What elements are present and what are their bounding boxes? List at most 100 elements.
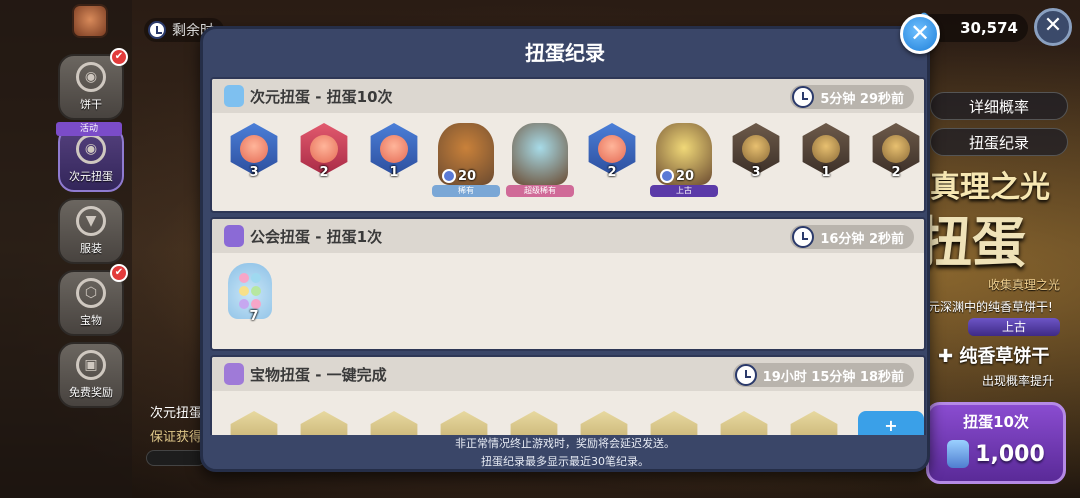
detail-rate-button[interactable]: 详细概率 bbox=[930, 92, 1068, 120]
close-icon[interactable]: ✕ bbox=[1034, 8, 1072, 46]
crystal-amount: 30,574 bbox=[960, 19, 1018, 37]
cookie-icon: ◉ bbox=[76, 62, 106, 92]
record-list[interactable]: 次元扭蛋 - 扭蛋10次 5分钟 29秒前 3 2 1 20 稀有 超级稀有 2 20 上古 3 1… bbox=[210, 77, 926, 435]
treasure-icon bbox=[790, 411, 838, 435]
gacha-type-icon bbox=[224, 225, 244, 247]
footer-note-2: 扭蛋纪录最多显示最近30笔纪录。 bbox=[481, 455, 649, 468]
reward-items: + bbox=[212, 391, 924, 435]
reward-item[interactable]: 2 bbox=[870, 123, 922, 180]
shirt-icon: ▼ bbox=[76, 206, 106, 236]
sidebar-item-treasure[interactable]: ✔ ⬡ 宝物 bbox=[58, 264, 128, 336]
treasure-icon bbox=[720, 411, 768, 435]
item-count: 2 bbox=[607, 165, 617, 180]
sidebar: ✔ ◉ 饼干 ◉ 次元扭蛋 活动 ▼ 服装 ✔ ⬡ 宝物 ▣ 免费奖励 bbox=[0, 0, 132, 498]
record-time: 16分钟 2秒前 bbox=[790, 225, 914, 249]
sidebar-item-label: 次元扭蛋 bbox=[69, 170, 113, 183]
sidebar-item-cookies[interactable]: ✔ ◉ 饼干 bbox=[58, 48, 128, 120]
reward-items: 7 bbox=[212, 253, 924, 324]
sidebar-item-label: 服装 bbox=[80, 242, 102, 255]
treasure-icon bbox=[650, 411, 698, 435]
sidebar-item-label: 饼干 bbox=[80, 98, 102, 111]
record-time: 19小时 15分钟 18秒前 bbox=[732, 363, 914, 387]
pull-10-label: 扭蛋10次 bbox=[963, 413, 1029, 431]
treasure-icon bbox=[300, 411, 348, 435]
gacha-record-modal: 扭蛋纪录 次元扭蛋 - 扭蛋10次 5分钟 29秒前 3 2 1 20 稀有 超级稀有 2 2… bbox=[200, 26, 930, 472]
reward-item[interactable]: 3 bbox=[228, 123, 280, 180]
reward-item[interactable]: 超级稀有 bbox=[506, 123, 574, 197]
item-count: 2 bbox=[319, 165, 329, 180]
treasure-icon bbox=[510, 411, 558, 435]
hexagon-icon: ⬡ bbox=[76, 278, 106, 308]
jar-icon bbox=[947, 440, 970, 468]
record-name: 公会扭蛋 - 扭蛋1次 bbox=[250, 227, 383, 246]
record-entry: 公会扭蛋 - 扭蛋1次 16分钟 2秒前 7 bbox=[210, 217, 926, 351]
record-name: 宝物扭蛋 - 一键完成 bbox=[250, 365, 387, 384]
shop-icon[interactable] bbox=[72, 4, 108, 38]
record-name: 次元扭蛋 - 扭蛋10次 bbox=[250, 87, 393, 106]
soulstone-icon bbox=[442, 169, 456, 183]
progress-bar bbox=[146, 450, 206, 466]
collect-text: 收集真理之光 bbox=[988, 278, 1061, 292]
rate-up-text: 出现概率提升 bbox=[982, 374, 1055, 388]
featured-cookie: ✚ 纯香草饼干 bbox=[938, 346, 1050, 367]
clock-icon bbox=[792, 226, 815, 248]
sidebar-item-label: 宝物 bbox=[80, 314, 102, 327]
gacha-type-icon bbox=[224, 363, 244, 385]
item-count: 3 bbox=[751, 165, 761, 180]
reward-item[interactable]: 20 上古 bbox=[650, 123, 718, 197]
sidebar-item-free-reward[interactable]: ▣ 免费奖励 bbox=[58, 342, 124, 408]
reward-item[interactable]: 2 bbox=[586, 123, 638, 180]
reward-item[interactable] bbox=[788, 411, 840, 435]
sidebar-item-costume[interactable]: ▼ 服装 bbox=[58, 198, 124, 264]
item-count: 3 bbox=[249, 165, 259, 180]
gacha-record-button[interactable]: 扭蛋纪录 bbox=[930, 128, 1068, 156]
close-icon[interactable]: ✕ bbox=[900, 14, 940, 54]
reward-item[interactable] bbox=[718, 411, 770, 435]
reward-item[interactable]: 7 bbox=[228, 263, 280, 324]
left-bottom-subtitle: 保证获得 bbox=[150, 430, 203, 445]
item-count: 20 bbox=[458, 169, 477, 184]
reward-item[interactable]: 20 稀有 bbox=[432, 123, 500, 197]
cookie-icon bbox=[512, 123, 568, 185]
modal-title: 扭蛋纪录 bbox=[525, 41, 605, 65]
reward-item[interactable] bbox=[298, 411, 350, 435]
reward-item[interactable]: 2 bbox=[298, 123, 350, 180]
clock-icon bbox=[734, 364, 757, 386]
rarity-tag: 上古 bbox=[650, 185, 718, 197]
reward-item[interactable]: 1 bbox=[368, 123, 420, 180]
pull-10-cost: 1,000 bbox=[975, 441, 1045, 467]
treasure-icon bbox=[580, 411, 628, 435]
treasure-icon bbox=[370, 411, 418, 435]
record-entry: 宝物扭蛋 - 一键完成 19小时 15分钟 18秒前 + bbox=[210, 355, 926, 435]
reward-item[interactable] bbox=[228, 411, 280, 435]
reward-item[interactable] bbox=[368, 411, 420, 435]
event-description: 元深渊中的纯香草饼干! bbox=[928, 300, 1053, 314]
reward-items: 3 2 1 20 稀有 超级稀有 2 20 上古 3 1 2 bbox=[212, 113, 924, 197]
pull-10-button[interactable]: 扭蛋10次 1,000 bbox=[926, 402, 1066, 484]
footer-note-1: 非正常情况终止游戏时，奖励将会延迟发送。 bbox=[455, 437, 675, 450]
rarity-tag: 超级稀有 bbox=[506, 185, 574, 197]
record-time: 5分钟 29秒前 bbox=[790, 85, 914, 109]
record-time-text: 5分钟 29秒前 bbox=[820, 91, 904, 107]
record-entry: 次元扭蛋 - 扭蛋10次 5分钟 29秒前 3 2 1 20 稀有 超级稀有 2 20 上古 3 1… bbox=[210, 77, 926, 213]
item-count: 7 bbox=[249, 309, 259, 324]
item-count: 2 bbox=[891, 165, 901, 180]
reward-item[interactable] bbox=[648, 411, 700, 435]
gacha-type-icon bbox=[224, 85, 244, 107]
left-bottom-title: 次元扭蛋 bbox=[150, 406, 203, 421]
record-time-text: 19小时 15分钟 18秒前 bbox=[762, 369, 904, 385]
more-button[interactable]: + bbox=[858, 411, 924, 435]
soulstone-icon bbox=[660, 169, 674, 183]
treasure-icon bbox=[440, 411, 488, 435]
reward-item[interactable] bbox=[438, 411, 490, 435]
reward-item[interactable] bbox=[508, 411, 560, 435]
reward-item[interactable] bbox=[578, 411, 630, 435]
rarity-badge: 上古 bbox=[968, 318, 1060, 336]
reward-item[interactable]: 1 bbox=[800, 123, 852, 180]
clock-icon bbox=[792, 86, 815, 108]
check-badge-icon: ✔ bbox=[110, 264, 128, 282]
reward-item[interactable]: 3 bbox=[730, 123, 782, 180]
sidebar-item-label: 免费奖励 bbox=[69, 386, 113, 399]
item-count: 1 bbox=[389, 165, 399, 180]
modal-footer: 非正常情况终止游戏时，奖励将会延迟发送。 扭蛋纪录最多显示最近30笔纪录。 bbox=[203, 435, 927, 469]
